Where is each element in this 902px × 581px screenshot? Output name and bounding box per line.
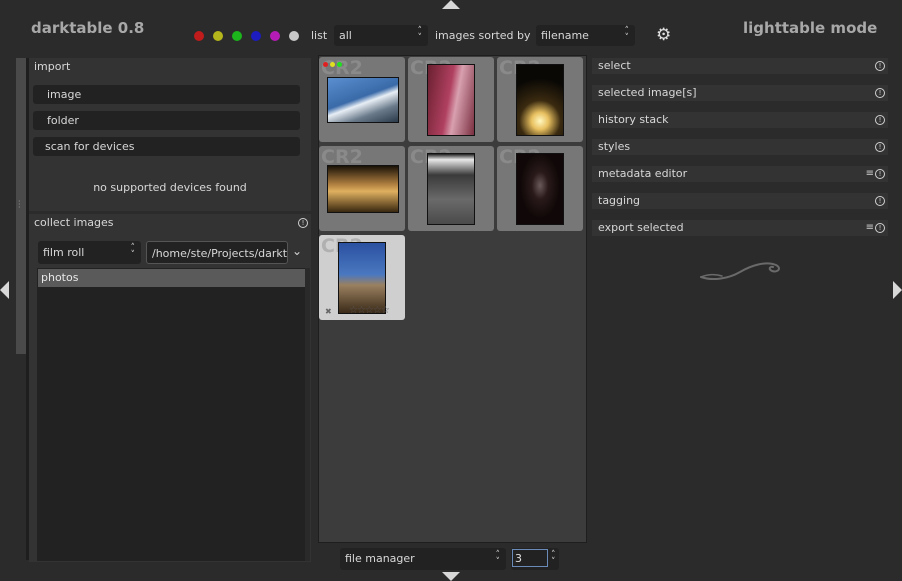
thumbnail[interactable]: CR2 <box>408 146 494 231</box>
reset-icon[interactable]: ! <box>875 196 885 206</box>
scan-devices-button[interactable]: scan for devices <box>33 137 300 156</box>
drag-handle-icon[interactable]: · · · <box>18 198 21 212</box>
device-status: no supported devices found <box>93 181 247 194</box>
right-panel-toggle[interactable] <box>893 281 902 299</box>
thumbnail-image <box>427 153 475 225</box>
top-panel-toggle[interactable] <box>442 0 460 9</box>
green-label-dot <box>337 62 342 67</box>
zoom-input[interactable]: 3 <box>512 549 548 567</box>
collect-list <box>37 268 305 561</box>
gear-icon[interactable]: ⚙ <box>656 26 671 44</box>
green-label-dot[interactable] <box>232 31 242 41</box>
list-item[interactable]: photos <box>38 269 305 287</box>
blue-label-dot[interactable] <box>251 31 261 41</box>
view-filter-value: all <box>339 29 352 42</box>
sort-select[interactable]: filename ˄ ˅ <box>536 25 635 46</box>
red-label-dot <box>323 62 328 67</box>
module-label: selected image[s] <box>598 86 697 99</box>
presets-icon[interactable]: ≡ <box>866 223 874 233</box>
updown-icon[interactable]: ˄ ˅ <box>551 551 556 567</box>
updown-icon: ˄ ˅ <box>417 26 423 43</box>
updown-icon: ˄ ˅ <box>624 26 630 43</box>
reset-icon[interactable]: ! <box>875 115 885 125</box>
zoom-spinner[interactable]: 3 ˄ ˅ <box>511 548 559 570</box>
mode-title: lighttable mode <box>743 19 878 37</box>
yellow-label-dot <box>330 62 335 67</box>
purple-label-dot[interactable] <box>270 31 280 41</box>
thumbnail-image <box>516 153 564 225</box>
import-folder-button[interactable]: folder <box>33 111 300 130</box>
module-styles[interactable]: styles ! <box>592 139 888 155</box>
yellow-label-dot[interactable] <box>213 31 223 41</box>
thumbnail-image <box>338 242 386 314</box>
reset-icon[interactable]: ! <box>875 142 885 152</box>
thumbnail[interactable]: CR2 <box>319 57 405 142</box>
updown-icon: ˄ ˅ <box>130 243 136 260</box>
thumbnail[interactable]: CR2 <box>408 57 494 142</box>
module-label: history stack <box>598 113 669 126</box>
view-label: list <box>311 29 328 42</box>
flourish-icon <box>700 262 780 281</box>
module-label: metadata editor <box>598 167 688 180</box>
right-modules: select ! selected image[s] ! history sta… <box>592 58 888 238</box>
thumbnail[interactable]: CR2 <box>497 146 583 231</box>
module-tagging[interactable]: tagging ! <box>592 193 888 209</box>
module-history-stack[interactable]: history stack ! <box>592 112 888 128</box>
app-title: darktable 0.8 <box>31 19 145 37</box>
presets-icon[interactable]: ≡ <box>866 169 874 179</box>
module-metadata-editor[interactable]: metadata editor ≡ ! <box>592 166 888 182</box>
reset-icon[interactable]: ! <box>875 88 885 98</box>
layout-select[interactable]: file manager ˄ ˅ <box>340 548 506 570</box>
reset-icon[interactable]: ! <box>875 61 885 71</box>
star-rating[interactable]: ☆☆☆☆☆ <box>349 305 390 316</box>
chevron-down-icon[interactable]: ⌄ <box>292 244 302 258</box>
import-image-button[interactable]: image <box>33 85 300 104</box>
layout-value: file manager <box>345 552 415 565</box>
module-label: export selected <box>598 221 684 234</box>
module-selected-images[interactable]: selected image[s] ! <box>592 85 888 101</box>
module-select[interactable]: select ! <box>592 58 888 74</box>
module-label: styles <box>598 140 631 153</box>
collect-path-input[interactable]: /home/ste/Projects/darkt <box>146 241 288 264</box>
reset-icon[interactable]: ! <box>875 223 885 233</box>
collect-title[interactable]: collect images <box>34 216 114 229</box>
collect-path-value: /home/ste/Projects/darkt <box>152 247 288 260</box>
thumbnail-image <box>327 77 399 123</box>
thumbnail-image <box>516 64 564 136</box>
gray-label-dot[interactable] <box>289 31 299 41</box>
left-panel-toggle[interactable] <box>0 281 9 299</box>
thumbnail[interactable]: CR2 <box>319 146 405 231</box>
sort-value: filename <box>541 29 589 42</box>
thumbnail[interactable]: CR2 ✖ ☆☆☆☆☆ <box>319 235 405 320</box>
thumbnail[interactable]: CR2 <box>497 57 583 142</box>
reset-icon[interactable]: ! <box>875 169 885 179</box>
bottom-panel-toggle[interactable] <box>442 572 460 581</box>
format-badge: CR2 <box>321 57 363 79</box>
collect-property-value: film roll <box>43 246 85 259</box>
updown-icon: ˄ ˅ <box>495 550 501 567</box>
module-export-selected[interactable]: export selected ≡ ! <box>592 220 888 236</box>
thumbnail-image <box>427 64 475 136</box>
thumbnail-image <box>327 165 399 213</box>
reset-icon[interactable]: ! <box>298 218 308 228</box>
module-label: tagging <box>598 194 641 207</box>
list-scrollbar[interactable] <box>305 268 310 561</box>
red-label-dot[interactable] <box>194 31 204 41</box>
view-filter-select[interactable]: all ˄ ˅ <box>334 25 428 46</box>
reject-icon[interactable]: ✖ <box>325 307 332 316</box>
module-label: select <box>598 59 631 72</box>
sort-label: images sorted by <box>435 29 531 42</box>
import-title[interactable]: import <box>34 60 70 73</box>
collect-property-select[interactable]: film roll ˄ ˅ <box>38 241 141 264</box>
